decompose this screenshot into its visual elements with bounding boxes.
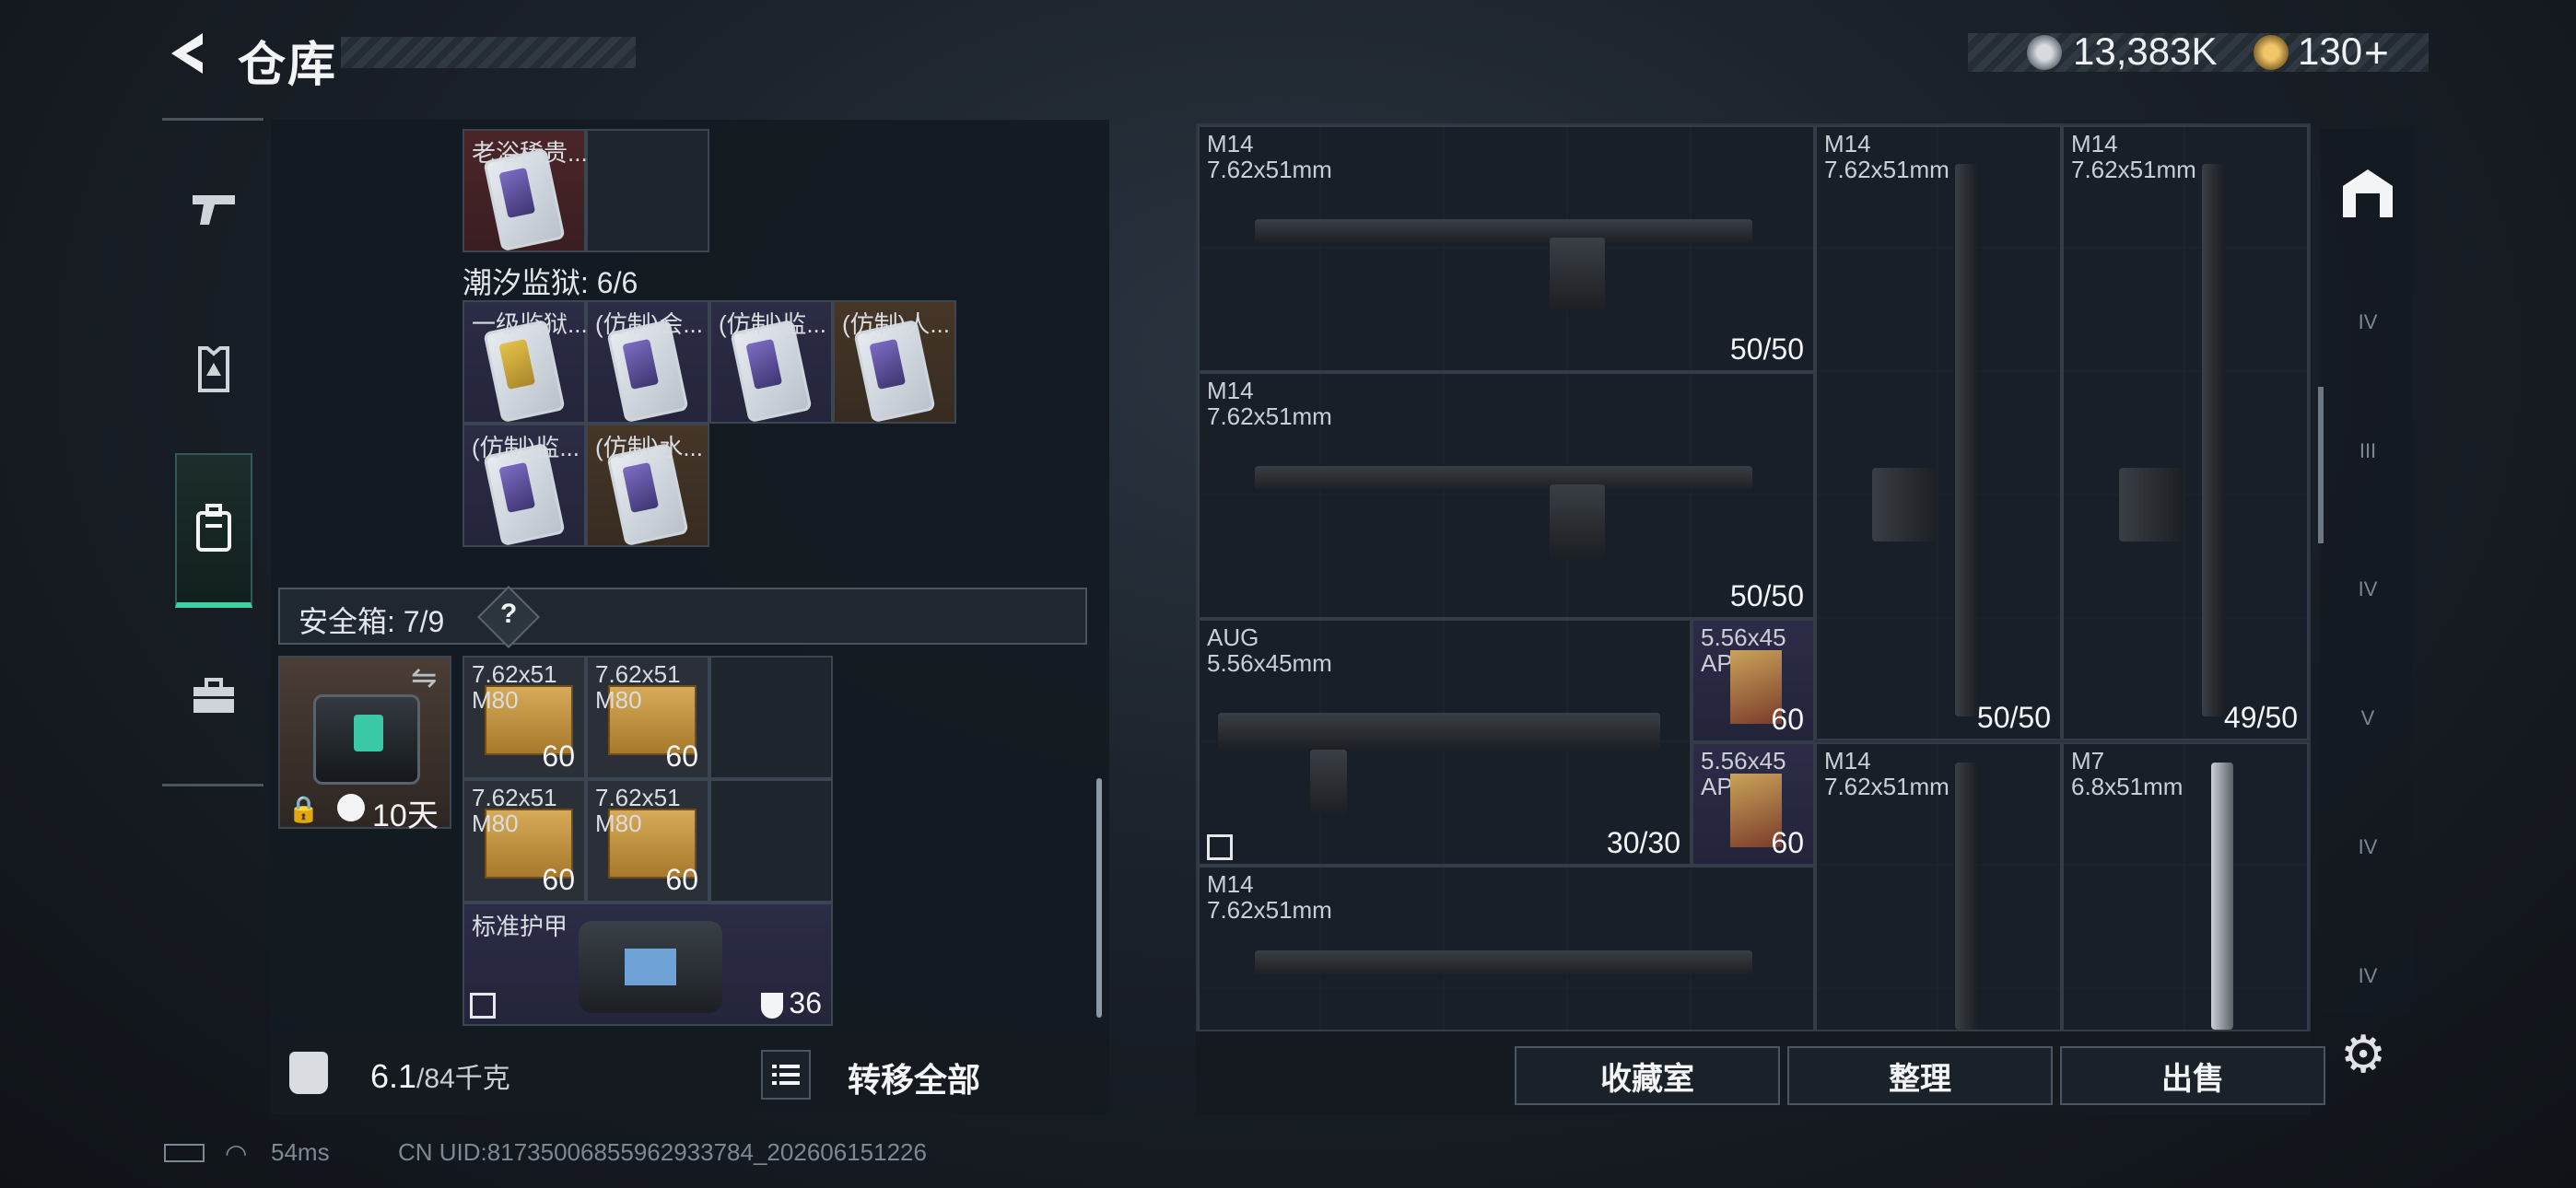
no-trade-icon	[1207, 834, 1233, 860]
inventory-item[interactable]: 老浴稀贵...	[463, 129, 588, 252]
swap-icon[interactable]: ⇋	[411, 659, 438, 696]
toolbox-icon	[193, 678, 234, 713]
help-icon: ?	[500, 599, 518, 629]
back-button[interactable]	[162, 28, 214, 79]
list-view-button[interactable]	[761, 1050, 811, 1100]
ammo-item[interactable]: 5.56x45 APC 60	[1692, 619, 1815, 742]
inventory-item[interactable]: 一级监狱...	[463, 300, 588, 424]
armor-durability: 36	[789, 986, 822, 1019]
sell-button[interactable]: 出售	[2060, 1046, 2325, 1105]
stash-item[interactable]: M7 6.8x51mm	[2062, 742, 2309, 1031]
silver-balance: 13,383K	[2073, 29, 2218, 73]
inventory-item[interactable]: (仿制)会...	[586, 300, 709, 424]
weight-readout: 6.1/84千克	[370, 1057, 510, 1095]
rifle-image	[2211, 763, 2233, 1030]
silver-coin-icon	[2027, 35, 2062, 70]
shield-icon	[761, 993, 783, 1019]
stash-item[interactable]: M14 7.62x51mm 49/50	[2062, 125, 2309, 740]
safe-box-container[interactable]: ⇋ 🔒 10天	[278, 656, 451, 833]
inventory-item[interactable]: (仿制)监...	[463, 424, 586, 547]
transfer-all-button[interactable]: 转移全部	[848, 1054, 980, 1101]
nav-gear[interactable]	[175, 304, 252, 433]
no-trade-icon	[470, 993, 496, 1019]
inventory-item[interactable]: (仿制)人...	[833, 300, 956, 424]
rifle-image	[1955, 763, 1977, 1030]
uid-text: CN UID:8173500685596293378​4_20260615122…	[398, 1138, 927, 1166]
back-arrow-icon	[171, 33, 203, 74]
weight-icon	[289, 1052, 328, 1094]
stash-item[interactable]: M14 7.62x51mm	[1815, 742, 2062, 1031]
nav-toolbox[interactable]	[175, 632, 252, 761]
rifle-image	[1255, 466, 1752, 490]
add-currency-button[interactable]: +	[2364, 28, 2389, 77]
empty-slot[interactable]	[709, 779, 833, 903]
stash-item[interactable]: M14 7.62x51mm 50/50	[1815, 125, 2062, 740]
clock-icon	[337, 794, 365, 821]
ping: 54ms	[271, 1138, 330, 1166]
safe-box-timer: 10天	[372, 798, 439, 833]
gold-balance: 130	[2298, 29, 2363, 73]
stash-item[interactable]: M14 7.62x51mm 50/50	[1198, 372, 1815, 619]
armor-item[interactable]: 标准护甲 36	[463, 903, 833, 1026]
ammo-item[interactable]: 7.62x51 M80 60	[586, 779, 709, 903]
inventory-item[interactable]: (仿制)水...	[586, 424, 709, 547]
rifle-image	[2202, 164, 2224, 716]
safe-box-label: 安全箱: 7/9	[299, 605, 445, 638]
filter-tier-5-item[interactable]: V	[2331, 691, 2405, 746]
filter-tier-4-misc[interactable]: IV	[2331, 949, 2405, 1004]
stash-item[interactable]: AUG 5.56x45mm 30/30	[1198, 619, 1692, 866]
empty-slot[interactable]	[709, 656, 833, 779]
gold-coin-icon	[2254, 35, 2289, 70]
rail-scroll-indicator[interactable]	[2318, 387, 2324, 543]
ammo-item[interactable]: 7.62x51 M80 60	[463, 779, 586, 903]
pistol-icon	[193, 195, 235, 225]
filter-tier-4-medical[interactable]: IV	[2331, 562, 2405, 617]
stash-home-icon	[2343, 169, 2393, 217]
backpack-scrollbar[interactable]	[1096, 778, 1102, 1018]
rifle-image	[1955, 164, 1977, 716]
backpack-icon	[196, 504, 231, 552]
inventory-item[interactable]: (仿制)监...	[709, 300, 833, 424]
filter-tier-4-item[interactable]: IV	[2331, 820, 2405, 875]
ammo-item[interactable]: 7.62x51 M80 60	[463, 656, 586, 779]
wifi-icon: ◠	[225, 1139, 248, 1168]
sort-button[interactable]: 整理	[1787, 1046, 2053, 1105]
page-title: 仓库	[238, 39, 338, 92]
rifle-image	[1255, 219, 1752, 243]
nav-weapons[interactable]	[175, 144, 252, 273]
filter-tier-4-weapon[interactable]: IV	[2331, 295, 2405, 350]
ammo-item[interactable]: 7.62x51 M80 60	[586, 656, 709, 779]
ammo-item[interactable]: 5.56x45 APC 60	[1692, 742, 1815, 866]
settings-gear-icon[interactable]: ⚙	[2340, 1024, 2386, 1085]
armor-icon	[198, 346, 229, 392]
rifle-image	[1255, 950, 1752, 974]
empty-slot[interactable]	[586, 129, 709, 252]
lock-icon: 🔒	[287, 795, 320, 823]
collection-room-button[interactable]: 收藏室	[1515, 1046, 1780, 1105]
title-decoration	[341, 37, 636, 68]
filter-all-button[interactable]	[2331, 157, 2405, 230]
stash-item[interactable]: M14 7.62x51mm 50/50	[1198, 125, 1815, 372]
prison-keys-label: 潮汐监狱: 6/6	[463, 266, 638, 299]
rifle-image	[1218, 713, 1660, 750]
filter-tier-3-item[interactable]: III	[2331, 424, 2405, 479]
battery-icon	[164, 1144, 205, 1162]
list-icon	[772, 1065, 800, 1085]
stash-item[interactable]: M14 7.62x51mm	[1198, 866, 1815, 1031]
nav-backpack[interactable]	[175, 453, 252, 608]
